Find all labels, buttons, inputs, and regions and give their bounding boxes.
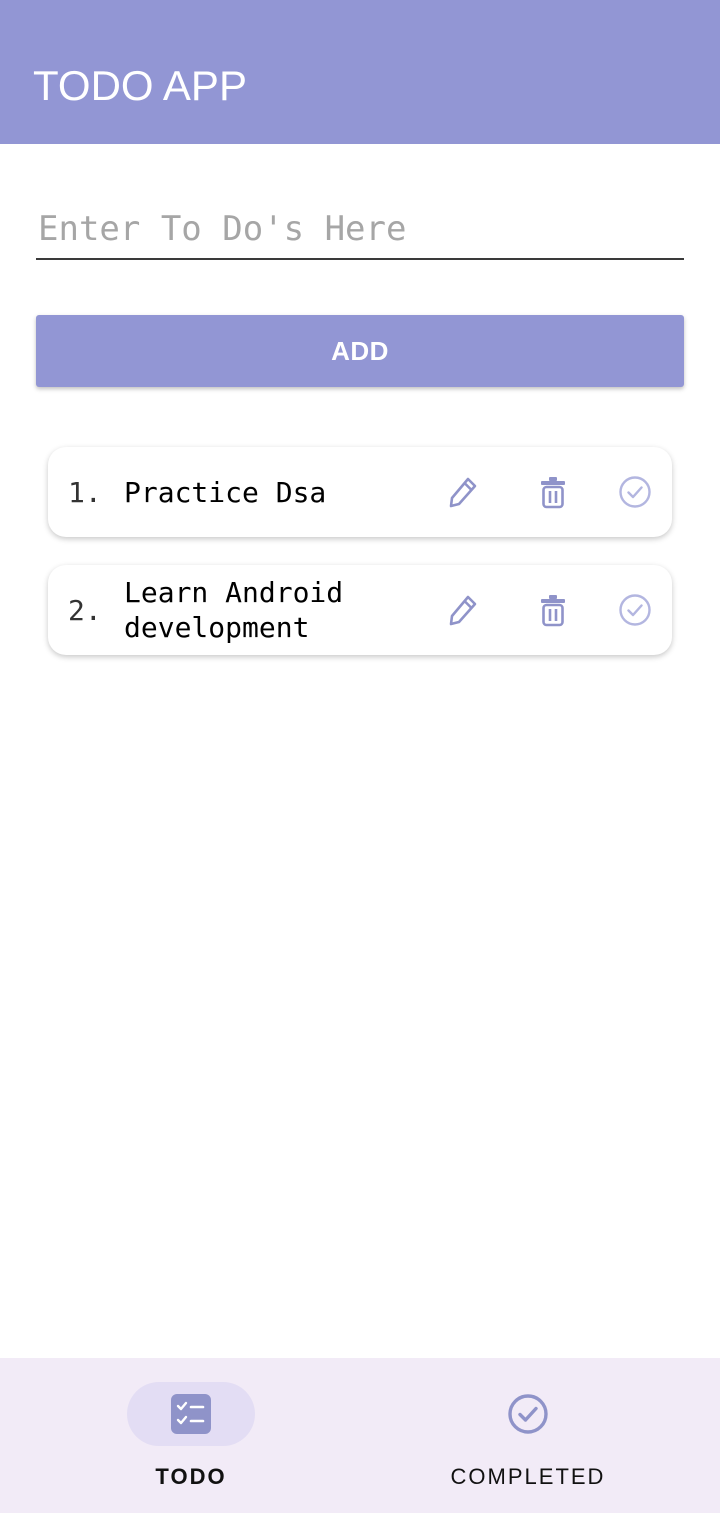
todo-text: Practice Dsa [124, 475, 327, 509]
nav-item-completed[interactable]: COMPLETED [360, 1358, 720, 1513]
todo-text: Learn Android development [124, 576, 344, 644]
todo-number: 2. [68, 593, 102, 627]
trash-icon [541, 595, 565, 627]
complete-button[interactable] [615, 590, 655, 630]
bottom-navigation: TODO COMPLETED [0, 1358, 720, 1513]
edit-button[interactable] [443, 472, 483, 512]
nav-label-todo: TODO [155, 1464, 227, 1489]
app-bar: TODO APP [0, 0, 720, 144]
nav-item-todo[interactable]: TODO [0, 1358, 360, 1513]
check-circle-icon [619, 594, 651, 626]
edit-button[interactable] [443, 590, 483, 630]
trash-icon [541, 477, 565, 509]
todo-input[interactable] [36, 200, 686, 258]
todo-input-wrapper [36, 200, 686, 260]
check-circle-icon [508, 1394, 548, 1434]
delete-button[interactable] [533, 590, 573, 630]
nav-label-completed: COMPLETED [450, 1464, 606, 1489]
todo-card: 2. Learn Android development [48, 565, 672, 655]
todo-card: 1. Practice Dsa [48, 447, 672, 537]
checklist-icon [171, 1394, 211, 1434]
add-button[interactable]: ADD [36, 315, 684, 387]
check-circle-icon [619, 476, 651, 508]
delete-button[interactable] [533, 472, 573, 512]
todo-number: 1. [68, 475, 102, 509]
app-title: TODO APP [33, 62, 247, 109]
complete-button[interactable] [615, 472, 655, 512]
pencil-icon [449, 477, 477, 508]
pencil-icon [449, 595, 477, 626]
